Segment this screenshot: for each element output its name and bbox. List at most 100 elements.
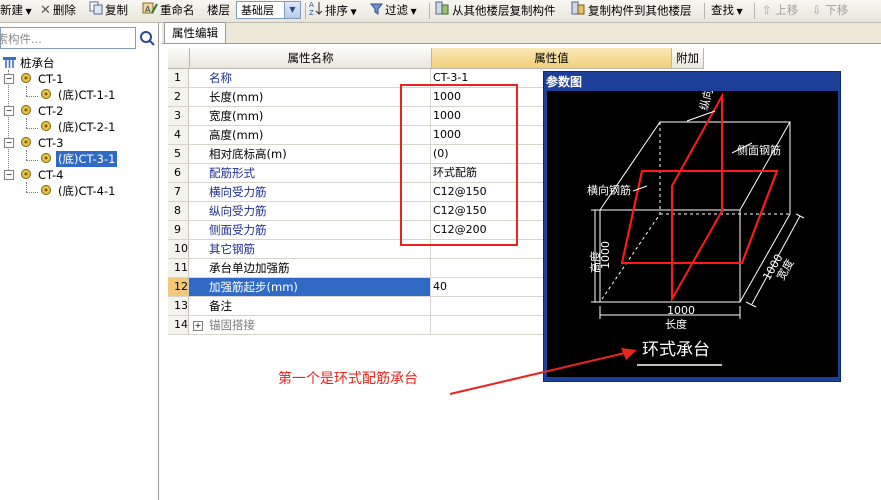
component-icon	[40, 88, 52, 103]
svg-text:A: A	[145, 5, 151, 14]
copy-from-floor-icon	[434, 0, 450, 22]
property-name-cell[interactable]: 侧面受力筋	[189, 221, 431, 240]
row-number: 12	[168, 278, 189, 297]
collapse-icon[interactable]: −	[4, 106, 14, 116]
property-name: 备注	[209, 299, 232, 313]
floor-select[interactable]: 基础层 ▼	[236, 1, 301, 19]
row-number: 11	[168, 259, 189, 278]
search-placeholder: 搜索构件...	[0, 32, 42, 46]
copy-from-other-label: 从其他楼层复制构件	[452, 3, 556, 18]
rename-label: 重命名	[160, 3, 195, 17]
label-length-value: 1000	[667, 304, 695, 317]
filter-icon	[369, 1, 384, 21]
property-name-cell[interactable]: 相对底标高(m)	[189, 145, 431, 164]
pile-cap-diagram: 纵向钢筋 侧面钢筋 横向钢筋 高度 1000 1000 长度 1000 宽度 环…	[587, 66, 805, 366]
tree-root[interactable]: 桩承台	[20, 55, 55, 71]
header-property-name[interactable]: 属性名称	[190, 48, 432, 69]
property-name-cell[interactable]: 其它钢筋	[189, 240, 431, 259]
diagram-title: 参数图	[546, 75, 583, 89]
row-number: 14	[168, 316, 189, 335]
label-transverse: 横向钢筋	[587, 183, 631, 197]
component-icon	[20, 104, 32, 119]
row-number: 5	[168, 145, 189, 164]
property-name: 长度(mm)	[209, 90, 264, 104]
chevron-down-icon: ▼	[284, 2, 300, 18]
tree-item-ct-1[interactable]: CT-1	[38, 71, 63, 87]
box-front-face	[599, 209, 741, 303]
row-number: 9	[168, 221, 189, 240]
new-button[interactable]: 新建 ▼	[0, 0, 32, 22]
collapse-icon[interactable]: −	[4, 170, 14, 180]
header-extra[interactable]: 附加	[672, 48, 704, 69]
property-name: 名称	[209, 71, 232, 85]
property-name-cell[interactable]: 备注	[189, 297, 431, 316]
tab-property-edit[interactable]: 属性编辑	[164, 22, 226, 43]
tree-item-ct-3[interactable]: CT-3	[38, 135, 63, 151]
property-name-cell[interactable]: 宽度(mm)	[189, 107, 431, 126]
property-name: 高度(mm)	[209, 128, 264, 142]
move-down-label: 下移	[825, 3, 849, 17]
property-name-cell[interactable]: 配筋形式	[189, 164, 431, 183]
find-button[interactable]: 查找 ▼	[711, 0, 743, 22]
property-name-cell[interactable]: 名称	[189, 69, 431, 88]
property-name-cell[interactable]: + 锚固搭接	[189, 316, 431, 335]
move-up-button[interactable]: ⇧ 上移	[762, 0, 798, 22]
tree-item-ct-2-1[interactable]: (底)CT-2-1	[58, 119, 115, 135]
tree-item-ct-4-1[interactable]: (底)CT-4-1	[58, 183, 115, 199]
tree-item-ct-2[interactable]: CT-2	[38, 103, 63, 119]
property-name-cell[interactable]: 加强筋起步(mm)	[189, 278, 431, 297]
copy-to-floor-icon	[570, 0, 586, 22]
row-number: 10	[168, 240, 189, 259]
copy-to-other-floor-button[interactable]: 复制构件到其他楼层	[570, 0, 692, 22]
property-name: 侧面受力筋	[209, 223, 267, 237]
delete-icon: ✕	[40, 2, 51, 18]
delete-button[interactable]: ✕ 删除	[40, 0, 76, 22]
row-number: 6	[168, 164, 189, 183]
component-icon	[40, 184, 52, 199]
property-name-cell[interactable]: 长度(mm)	[189, 88, 431, 107]
leader-transverse	[632, 185, 648, 192]
collapse-icon[interactable]: −	[4, 74, 14, 84]
toolbar: 新建 ▼ ✕ 删除 复制 A 重命名 楼层 基础层 ▼ A Z 排序 ▼ 过滤 ▼ 从其…	[0, 0, 881, 23]
grid-corner	[168, 48, 190, 69]
svg-text:Z: Z	[309, 9, 314, 16]
rename-icon: A	[142, 1, 158, 21]
move-down-button[interactable]: ⇩ 下移	[812, 0, 848, 22]
filter-button[interactable]: 过滤 ▼	[369, 0, 417, 22]
floor-select-value: 基础层	[241, 4, 274, 17]
search-input[interactable]: 搜索构件...	[0, 27, 136, 49]
property-name-cell[interactable]: 承台单边加强筋	[189, 259, 431, 278]
tree-item-ct-1-1[interactable]: (底)CT-1-1	[58, 87, 115, 103]
property-name: 加强筋起步(mm)	[209, 280, 298, 294]
tree-item-ct-4[interactable]: CT-4	[38, 167, 63, 183]
collapse-icon[interactable]: −	[4, 138, 14, 148]
header-property-value[interactable]: 属性值	[432, 48, 672, 69]
property-name-cell[interactable]: 高度(mm)	[189, 126, 431, 145]
box-hidden-edge	[599, 122, 661, 303]
component-icon	[20, 136, 32, 151]
component-icon	[40, 120, 52, 135]
annotation-text: 第一个是环式配筋承台	[278, 371, 418, 387]
row-number: 13	[168, 297, 189, 316]
copy-button[interactable]: 复制	[89, 0, 128, 22]
component-icon	[20, 72, 32, 87]
sort-button[interactable]: A Z 排序 ▼	[309, 0, 357, 22]
sort-icon: AZ	[309, 0, 323, 22]
rename-button[interactable]: A 重命名	[142, 0, 195, 22]
expand-icon[interactable]: +	[193, 321, 203, 331]
property-name: 纵向受力筋	[209, 204, 267, 218]
property-name: 承台单边加强筋	[209, 261, 290, 275]
tab-bar	[162, 23, 881, 44]
copy-from-other-floor-button[interactable]: 从其他楼层复制构件	[434, 0, 556, 22]
property-name-cell[interactable]: 横向受力筋	[189, 183, 431, 202]
svg-text:A: A	[309, 1, 314, 9]
row-number: 4	[168, 126, 189, 145]
copy-label: 复制	[105, 3, 128, 17]
search-button[interactable]	[137, 27, 157, 49]
delete-label: 删除	[52, 3, 76, 17]
row-number: 3	[168, 107, 189, 126]
component-icon	[40, 152, 52, 167]
highlight-box	[400, 84, 518, 246]
tree-item-ct-3-1-selected[interactable]: (底)CT-3-1	[56, 151, 118, 167]
property-name-cell[interactable]: 纵向受力筋	[189, 202, 431, 221]
